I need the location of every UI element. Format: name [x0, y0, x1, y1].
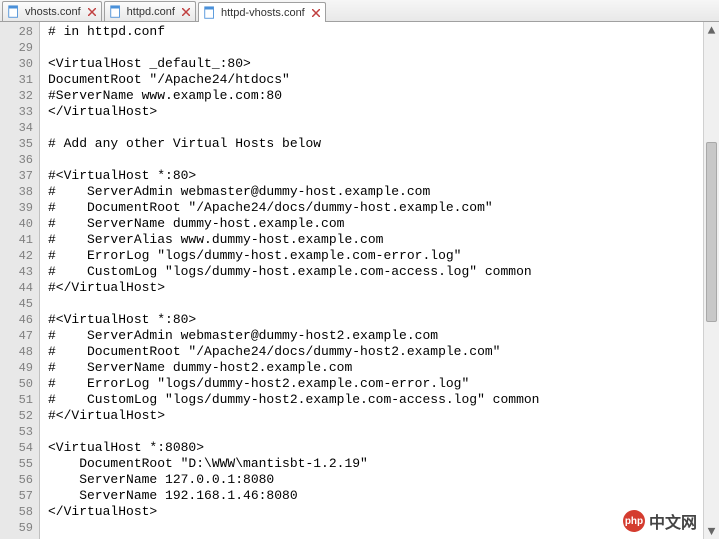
line-number: 57	[0, 488, 33, 504]
code-line[interactable]: ServerName 127.0.0.1:8080	[48, 472, 719, 488]
close-icon[interactable]	[87, 7, 97, 17]
tab-vhosts-conf[interactable]: vhosts.conf	[2, 1, 102, 21]
code-line[interactable]	[48, 296, 719, 312]
code-line[interactable]: #<VirtualHost *:80>	[48, 168, 719, 184]
tab-bar: vhosts.conf httpd.conf httpd-vhosts.conf	[0, 0, 719, 22]
code-line[interactable]: # ServerAlias www.dummy-host.example.com	[48, 232, 719, 248]
code-line[interactable]: #</VirtualHost>	[48, 408, 719, 424]
line-number: 48	[0, 344, 33, 360]
line-number: 58	[0, 504, 33, 520]
line-number: 30	[0, 56, 33, 72]
line-number: 51	[0, 392, 33, 408]
line-number: 53	[0, 424, 33, 440]
line-number: 40	[0, 216, 33, 232]
code-line[interactable]: # ServerName dummy-host2.example.com	[48, 360, 719, 376]
line-number: 31	[0, 72, 33, 88]
line-number: 42	[0, 248, 33, 264]
scrollbar-thumb[interactable]	[706, 142, 717, 322]
code-line[interactable]: #ServerName www.example.com:80	[48, 88, 719, 104]
code-line[interactable]: # ServerAdmin webmaster@dummy-host2.exam…	[48, 328, 719, 344]
line-number: 44	[0, 280, 33, 296]
code-line[interactable]: #<VirtualHost *:80>	[48, 312, 719, 328]
code-line[interactable]: # CustomLog "logs/dummy-host.example.com…	[48, 264, 719, 280]
line-number: 41	[0, 232, 33, 248]
code-line[interactable]: DocumentRoot "/Apache24/htdocs"	[48, 72, 719, 88]
line-number: 56	[0, 472, 33, 488]
line-number: 47	[0, 328, 33, 344]
line-number: 37	[0, 168, 33, 184]
file-icon	[109, 5, 123, 19]
line-number: 28	[0, 24, 33, 40]
line-number: 46	[0, 312, 33, 328]
vertical-scrollbar[interactable]: ▲ ▼	[703, 22, 719, 539]
line-number: 35	[0, 136, 33, 152]
line-number-gutter: 2829303132333435363738394041424344454647…	[0, 22, 40, 539]
code-line[interactable]	[48, 40, 719, 56]
tab-httpd-vhosts-conf[interactable]: httpd-vhosts.conf	[198, 2, 326, 22]
code-line[interactable]: </VirtualHost>	[48, 504, 719, 520]
scroll-up-arrow[interactable]: ▲	[704, 22, 719, 38]
code-line[interactable]: ServerName 192.168.1.46:8080	[48, 488, 719, 504]
line-number: 52	[0, 408, 33, 424]
code-line[interactable]	[48, 152, 719, 168]
line-number: 45	[0, 296, 33, 312]
line-number: 38	[0, 184, 33, 200]
scroll-down-arrow[interactable]: ▼	[704, 523, 719, 539]
code-line[interactable]	[48, 520, 719, 536]
tab-label: httpd-vhosts.conf	[221, 7, 305, 19]
code-area[interactable]: # in httpd.conf <VirtualHost _default_:80…	[40, 22, 719, 539]
code-line[interactable]: # in httpd.conf	[48, 24, 719, 40]
editor-area: 2829303132333435363738394041424344454647…	[0, 22, 719, 539]
code-line[interactable]: # DocumentRoot "/Apache24/docs/dummy-hos…	[48, 200, 719, 216]
line-number: 55	[0, 456, 33, 472]
line-number: 34	[0, 120, 33, 136]
file-icon	[7, 5, 21, 19]
code-line[interactable]: <VirtualHost *:8080>	[48, 440, 719, 456]
code-line[interactable]: #</VirtualHost>	[48, 280, 719, 296]
code-line[interactable]: # DocumentRoot "/Apache24/docs/dummy-hos…	[48, 344, 719, 360]
code-line[interactable]: DocumentRoot "D:\WWW\mantisbt-1.2.19"	[48, 456, 719, 472]
close-icon[interactable]	[181, 7, 191, 17]
line-number: 33	[0, 104, 33, 120]
line-number: 39	[0, 200, 33, 216]
line-number: 36	[0, 152, 33, 168]
code-line[interactable]: # CustomLog "logs/dummy-host2.example.co…	[48, 392, 719, 408]
code-line[interactable]: # ServerName dummy-host.example.com	[48, 216, 719, 232]
tab-label: vhosts.conf	[25, 6, 81, 18]
close-icon[interactable]	[311, 8, 321, 18]
code-line[interactable]	[48, 120, 719, 136]
code-line[interactable]: </VirtualHost>	[48, 104, 719, 120]
code-line[interactable]	[48, 424, 719, 440]
file-icon	[203, 6, 217, 20]
line-number: 49	[0, 360, 33, 376]
code-line[interactable]: # ErrorLog "logs/dummy-host2.example.com…	[48, 376, 719, 392]
line-number: 32	[0, 88, 33, 104]
code-line[interactable]: # ErrorLog "logs/dummy-host.example.com-…	[48, 248, 719, 264]
tab-label: httpd.conf	[127, 6, 175, 18]
line-number: 50	[0, 376, 33, 392]
code-line[interactable]: # ServerAdmin webmaster@dummy-host.examp…	[48, 184, 719, 200]
code-line[interactable]: # Add any other Virtual Hosts below	[48, 136, 719, 152]
line-number: 54	[0, 440, 33, 456]
line-number: 43	[0, 264, 33, 280]
tab-httpd-conf[interactable]: httpd.conf	[104, 1, 196, 21]
line-number: 29	[0, 40, 33, 56]
line-number: 59	[0, 520, 33, 536]
code-line[interactable]: <VirtualHost _default_:80>	[48, 56, 719, 72]
